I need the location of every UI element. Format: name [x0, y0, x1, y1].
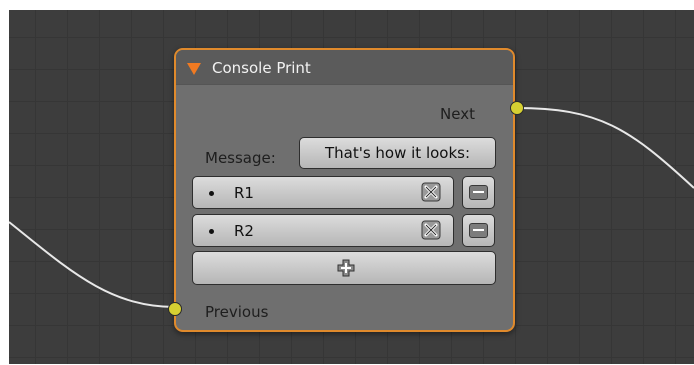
collapse-arrow-icon[interactable]	[187, 63, 201, 75]
input-link-wire[interactable]	[9, 221, 176, 308]
node-header[interactable]: Console Print	[176, 50, 513, 85]
message-label: Message:	[205, 149, 276, 167]
add-item-button[interactable]	[192, 251, 496, 285]
output-socket-icon[interactable]	[510, 101, 524, 115]
node-title: Console Print	[212, 59, 311, 77]
list-item-label: R2	[234, 222, 254, 240]
delete-item-button[interactable]	[462, 176, 495, 209]
minus-icon	[469, 185, 488, 200]
plus-icon	[337, 259, 355, 277]
console-print-node[interactable]: Console Print Next Message: That's how i…	[168, 48, 524, 332]
remove-x-icon[interactable]	[421, 220, 441, 240]
input-socket-icon[interactable]	[168, 302, 182, 316]
delete-item-button[interactable]	[462, 214, 495, 247]
output-link-wire[interactable]	[515, 107, 694, 189]
list-item-label: R1	[234, 184, 254, 202]
output-socket-label: Next	[440, 105, 475, 123]
list-item[interactable]: R1	[192, 176, 454, 209]
input-socket-label: Previous	[205, 303, 269, 321]
remove-x-icon[interactable]	[421, 182, 441, 202]
bullet-icon	[209, 191, 214, 196]
bullet-icon	[209, 229, 214, 234]
message-input[interactable]: That's how it looks:	[299, 137, 496, 169]
list-item[interactable]: R2	[192, 214, 454, 247]
minus-icon	[469, 223, 488, 238]
